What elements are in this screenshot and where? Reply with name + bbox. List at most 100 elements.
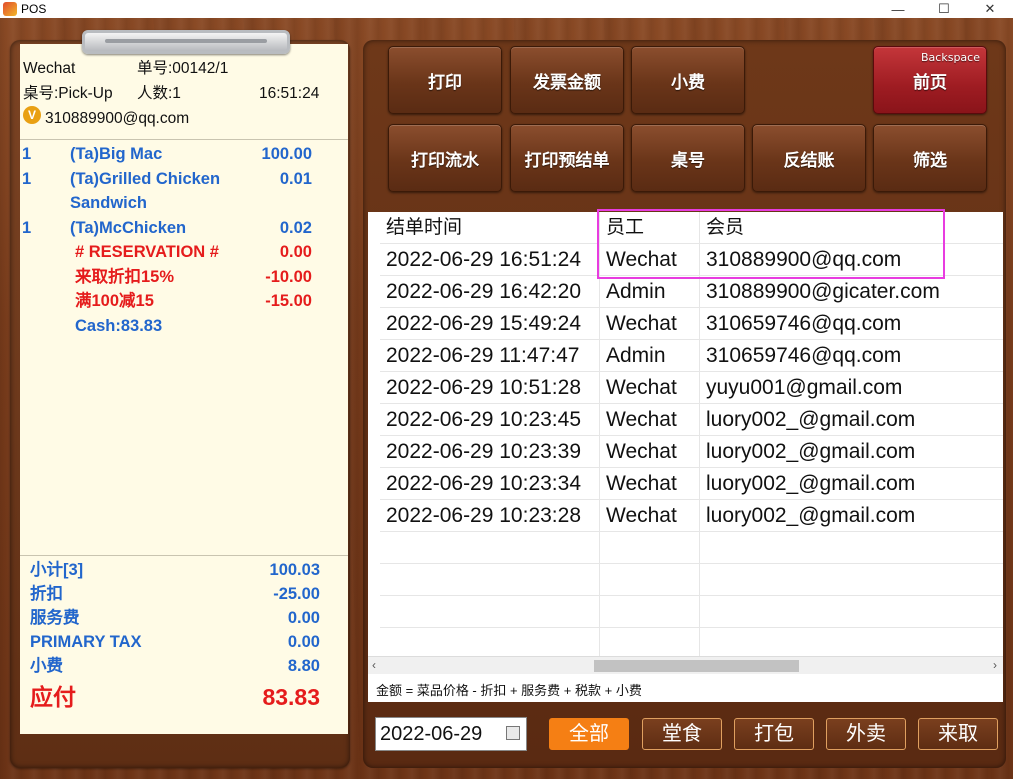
horizontal-scrollbar[interactable]: ‹ › (368, 656, 1003, 674)
cell-close-time: 2022-06-29 16:42:20 (380, 276, 600, 307)
table-row[interactable]: 2022-06-29 10:23:39 Wechat luory002_@gma… (380, 436, 1003, 468)
list-item[interactable]: 1 (Ta)Big Mac 100.00 (20, 142, 348, 167)
reverse-checkout-button[interactable]: 反结账 (752, 124, 866, 192)
title-bar: POS — ☐ ✕ (0, 0, 1013, 18)
item-name: Sandwich (70, 194, 148, 212)
table-row[interactable]: 2022-06-29 15:49:24 Wechat 310659746@qq.… (380, 308, 1003, 340)
filter-button[interactable]: 筛选 (873, 124, 987, 192)
amount-due-label: 应付 (30, 684, 76, 710)
filter-takeaway-button[interactable]: 打包 (734, 718, 814, 750)
table-row[interactable]: 2022-06-29 10:51:28 Wechat yuyu001@gmail… (380, 372, 1003, 404)
clipboard-clip (82, 30, 290, 54)
item-qty: 1 (22, 169, 32, 188)
scrollbar-thumb[interactable] (594, 660, 799, 672)
calendar-icon[interactable] (506, 726, 520, 740)
cell-member: 310889900@gicater.com (706, 280, 940, 303)
print-button[interactable]: 打印 (388, 46, 502, 114)
invoice-amount-button[interactable]: 发票金额 (510, 46, 624, 114)
cell-member: 310889900@qq.com (706, 248, 902, 271)
total-value: 100.03 (269, 561, 320, 579)
table-row[interactable]: 2022-06-29 16:51:24 Wechat 310889900@qq.… (380, 244, 1003, 276)
cell-close-time: 2022-06-29 11:47:47 (380, 340, 600, 371)
close-button[interactable]: ✕ (967, 0, 1013, 18)
cell-close-time: 2022-06-29 10:51:28 (380, 372, 600, 403)
tip-button[interactable]: 小费 (631, 46, 745, 114)
print-pre-bill-button[interactable]: 打印预结单 (510, 124, 624, 192)
cell-employee: Wechat (600, 244, 700, 275)
amount-formula-note: 金额 = 菜品价格 - 折扣 + 服务费 + 税款 + 小费 (376, 683, 642, 698)
total-label: 折扣 (30, 585, 63, 603)
total-value: -25.00 (273, 585, 320, 603)
cell-close-time: 2022-06-29 10:23:34 (380, 468, 600, 499)
date-picker[interactable]: 2022-06-29 (375, 717, 527, 751)
cell-employee: Wechat (600, 372, 700, 403)
cell-close-time: 2022-06-29 10:23:45 (380, 404, 600, 435)
total-label: 小计[3] (30, 561, 84, 579)
amount-due-row: 应付 83.83 (30, 680, 348, 714)
filter-dine-in-button[interactable]: 堂食 (642, 718, 722, 750)
service-fee-row: 服务费 0.00 (30, 606, 348, 630)
cell-employee: Admin (600, 340, 700, 371)
item-name: (Ta)McChicken (70, 218, 187, 237)
item-name: 满100减15 (75, 292, 154, 310)
item-name: # RESERVATION # (75, 243, 219, 261)
amount-due-value: 83.83 (262, 684, 320, 710)
item-qty (20, 191, 70, 216)
cell-employee: Wechat (600, 404, 700, 435)
item-qty (20, 265, 70, 290)
column-header-member[interactable]: 会员 (700, 212, 1003, 243)
print-journal-button[interactable]: 打印流水 (388, 124, 502, 192)
minimize-button[interactable]: — (875, 0, 921, 18)
receipt-paper: Wechat 单号:00142/1 桌号:Pick-Up 人数:1 16:51:… (20, 44, 348, 734)
table-row[interactable]: 2022-06-29 10:23:28 Wechat luory002_@gma… (380, 500, 1003, 532)
receipt-member: 310889900@qq.com (45, 110, 190, 127)
date-value: 2022-06-29 (380, 723, 483, 745)
prev-page-button[interactable]: Backspace 前页 (873, 46, 987, 114)
table-row[interactable]: 2022-06-29 10:23:34 Wechat luory002_@gma… (380, 468, 1003, 500)
list-item[interactable]: 1 (Ta)Grilled Chicken 0.01 (20, 167, 348, 192)
receipt-order-number: 单号:00142/1 (137, 60, 229, 77)
item-name: (Ta)Grilled Chicken (70, 169, 221, 188)
table-row[interactable]: 2022-06-29 16:42:20 Admin 310889900@gica… (380, 276, 1003, 308)
filter-delivery-button[interactable]: 外卖 (826, 718, 906, 750)
item-name: (Ta)Big Mac (70, 145, 163, 163)
table-header-row: 结单时间 员工 会员 (380, 212, 1003, 244)
empty-row (380, 532, 1003, 564)
item-price: -10.00 (265, 267, 312, 286)
backspace-key-hint: Backspace (921, 51, 980, 64)
table-row[interactable]: 2022-06-29 11:47:47 Admin 310659746@qq.c… (380, 340, 1003, 372)
scroll-right-icon[interactable]: › (993, 658, 997, 672)
item-qty: 1 (22, 218, 32, 237)
column-header-close-time[interactable]: 结单时间 (380, 212, 600, 243)
item-name: Cash:83.83 (75, 316, 163, 335)
maximize-button[interactable]: ☐ (921, 0, 967, 18)
discount-row: 折扣 -25.00 (30, 582, 348, 606)
list-item[interactable]: Cash:83.83 (20, 314, 348, 339)
total-value: 0.00 (287, 609, 320, 627)
item-qty: 1 (22, 145, 32, 163)
cell-member: yuyu001@gmail.com (706, 376, 903, 399)
filter-all-button[interactable]: 全部 (549, 718, 629, 750)
item-qty (20, 314, 70, 339)
scroll-left-icon[interactable]: ‹ (372, 658, 376, 672)
app-logo-icon (3, 2, 17, 16)
receipt-guests: 人数:1 (137, 85, 181, 102)
list-item[interactable]: Sandwich (20, 191, 348, 216)
receipt-table: 桌号:Pick-Up (23, 85, 113, 102)
orders-grid: 结单时间 员工 会员 2022-06-29 16:51:24 Wechat 31… (380, 212, 1003, 656)
cell-member: luory002_@gmail.com (706, 440, 916, 463)
list-item[interactable]: # RESERVATION # 0.00 (20, 240, 348, 265)
table-row[interactable]: 2022-06-29 10:23:45 Wechat luory002_@gma… (380, 404, 1003, 436)
receipt-time: 16:51:24 (259, 85, 320, 102)
vip-badge-icon: V (23, 106, 41, 124)
cell-employee: Wechat (600, 308, 700, 339)
list-item[interactable]: 1 (Ta)McChicken 0.02 (20, 216, 348, 241)
list-item[interactable]: 来取折扣15% -10.00 (20, 265, 348, 290)
table-number-button[interactable]: 桌号 (631, 124, 745, 192)
filter-pickup-button[interactable]: 来取 (918, 718, 998, 750)
column-header-employee[interactable]: 员工 (600, 212, 700, 243)
list-item[interactable]: 满100减15 -15.00 (20, 289, 348, 314)
receipt-items: 1 (Ta)Big Mac 100.00 1 (Ta)Grilled Chick… (20, 140, 348, 555)
cell-close-time: 2022-06-29 10:23:39 (380, 436, 600, 467)
cell-employee: Wechat (600, 436, 700, 467)
